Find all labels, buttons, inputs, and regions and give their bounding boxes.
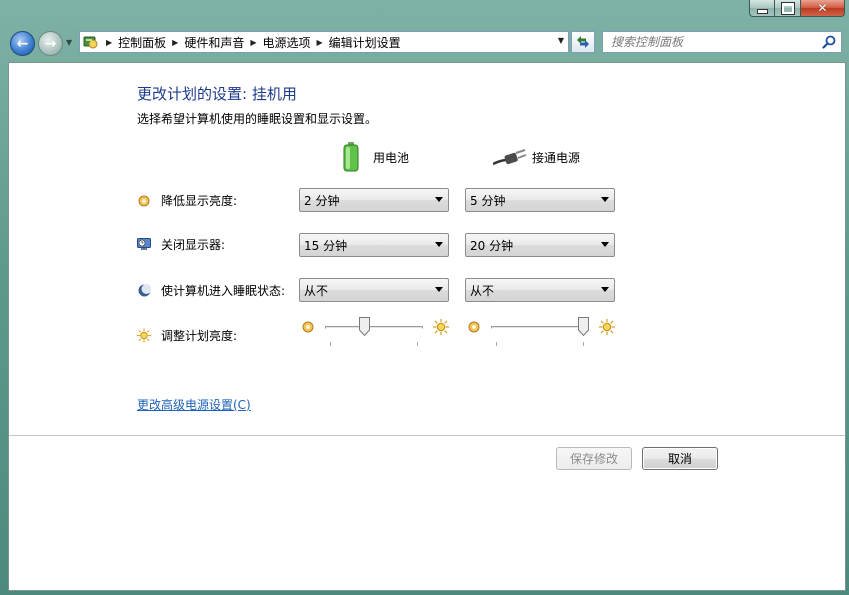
- page-title: 更改计划的设置: 挂机用: [137, 85, 297, 103]
- minimize-icon: [756, 8, 768, 14]
- slider-track: [491, 326, 589, 329]
- page-subtitle: 选择希望计算机使用的睡眠设置和显示设置。: [137, 112, 378, 126]
- window-titlebar[interactable]: ✕: [0, 0, 849, 26]
- sleep-plugged-value: 从不: [470, 283, 495, 298]
- breadcrumb-separator[interactable]: ▶: [250, 38, 256, 47]
- chevron-down-icon: [601, 197, 609, 202]
- sleep-battery-value: 从不: [304, 283, 329, 298]
- address-dropdown-icon[interactable]: ▼: [558, 36, 564, 45]
- brightness-battery-slider[interactable]: [325, 317, 423, 346]
- maximize-button[interactable]: [775, 0, 801, 17]
- row-sleep: 使计算机进入睡眠状态:: [137, 282, 285, 299]
- advanced-power-settings-link[interactable]: 更改高级电源设置(C): [137, 396, 251, 413]
- chevron-down-icon: [601, 287, 609, 292]
- slider-tick: [330, 342, 331, 346]
- navigation-bar: ← → ▼ ▶ 控制面板 ▶ 硬件和声音 ▶ 电源选项 ▶ 编辑计划设置 ▼: [0, 27, 849, 59]
- search-input[interactable]: [611, 33, 821, 51]
- chevron-down-icon: [435, 287, 443, 292]
- forward-arrow-icon: →: [44, 35, 57, 52]
- turn-off-display-battery-value: 15 分钟: [304, 238, 348, 253]
- close-button[interactable]: ✕: [801, 0, 845, 17]
- breadcrumb-control-panel[interactable]: 控制面板: [118, 34, 166, 51]
- back-button[interactable]: ←: [10, 31, 35, 56]
- breadcrumb-hardware-sound[interactable]: 硬件和声音: [184, 34, 244, 51]
- cancel-button[interactable]: 取消: [642, 447, 718, 470]
- refresh-icon: [577, 36, 589, 48]
- slider-tick: [417, 342, 418, 346]
- breadcrumb-power-options[interactable]: 电源选项: [263, 34, 311, 51]
- dim-display-plugged-value: 5 分钟: [470, 193, 506, 208]
- save-changes-button[interactable]: 保存修改: [556, 447, 632, 470]
- breadcrumb-edit-plan[interactable]: 编辑计划设置: [329, 34, 401, 51]
- power-plug-icon: [493, 149, 527, 166]
- dim-sun-icon: [302, 321, 314, 333]
- brightness-sun-icon: [137, 328, 151, 343]
- close-icon: ✕: [817, 1, 828, 15]
- sleep-battery-select[interactable]: 从不: [299, 278, 449, 302]
- minimize-button[interactable]: [749, 0, 775, 17]
- turn-off-display-battery-select[interactable]: 15 分钟: [299, 233, 449, 257]
- address-bar[interactable]: ▶ 控制面板 ▶ 硬件和声音 ▶ 电源选项 ▶ 编辑计划设置 ▼: [79, 31, 569, 53]
- bright-sun-icon: [433, 319, 449, 335]
- row-dim-display: 降低显示亮度:: [137, 192, 237, 209]
- dim-sun-icon: [468, 321, 480, 333]
- chevron-down-icon: [601, 242, 609, 247]
- recent-pages-dropdown[interactable]: ▼: [66, 38, 72, 47]
- maximize-icon: [780, 1, 795, 15]
- monitor-off-icon: [137, 238, 151, 252]
- brightness-label: 调整计划亮度:: [161, 329, 238, 343]
- chevron-down-icon: [435, 242, 443, 247]
- divider: [9, 435, 845, 436]
- bright-sun-icon: [599, 319, 615, 335]
- chevron-down-icon: [435, 197, 443, 202]
- slider-track: [325, 326, 423, 329]
- dim-display-battery-value: 2 分钟: [304, 193, 340, 208]
- column-label-plugged-in: 接通电源: [532, 150, 581, 165]
- refresh-button[interactable]: [571, 31, 595, 53]
- search-icon[interactable]: [822, 35, 836, 49]
- control-panel-icon: [82, 34, 100, 50]
- dim-display-icon: [137, 194, 151, 208]
- dim-display-battery-select[interactable]: 2 分钟: [299, 188, 449, 212]
- row-turn-off-display: 关闭显示器:: [137, 236, 225, 253]
- row-brightness: 调整计划亮度:: [137, 327, 237, 344]
- turn-off-display-plugged-value: 20 分钟: [470, 238, 514, 253]
- sleep-moon-icon: [137, 284, 151, 298]
- column-header-battery: 用电池: [343, 142, 409, 172]
- slider-thumb[interactable]: [577, 317, 589, 336]
- slider-tick: [496, 342, 497, 346]
- turn-off-display-plugged-select[interactable]: 20 分钟: [465, 233, 615, 257]
- breadcrumb-separator[interactable]: ▶: [317, 38, 323, 47]
- sleep-label: 使计算机进入睡眠状态:: [161, 284, 286, 298]
- breadcrumb-separator[interactable]: ▶: [172, 38, 178, 47]
- slider-tick: [583, 342, 584, 346]
- forward-button[interactable]: →: [38, 31, 63, 56]
- main-content: 更改计划的设置: 挂机用 选择希望计算机使用的睡眠设置和显示设置。 用电池 接通…: [8, 62, 846, 591]
- sleep-plugged-select[interactable]: 从不: [465, 278, 615, 302]
- back-arrow-icon: ←: [16, 35, 29, 52]
- dim-display-label: 降低显示亮度:: [161, 194, 238, 208]
- slider-thumb[interactable]: [359, 317, 371, 336]
- column-header-plugged-in: 接通电源: [493, 148, 580, 166]
- column-label-battery: 用电池: [373, 150, 410, 165]
- turn-off-display-label: 关闭显示器:: [161, 238, 226, 252]
- dim-display-plugged-select[interactable]: 5 分钟: [465, 188, 615, 212]
- window-caption-buttons: ✕: [749, 0, 845, 18]
- breadcrumb-separator[interactable]: ▶: [106, 38, 112, 47]
- battery-icon: [343, 142, 359, 172]
- search-box[interactable]: [602, 31, 842, 53]
- brightness-plugged-slider[interactable]: [491, 317, 589, 346]
